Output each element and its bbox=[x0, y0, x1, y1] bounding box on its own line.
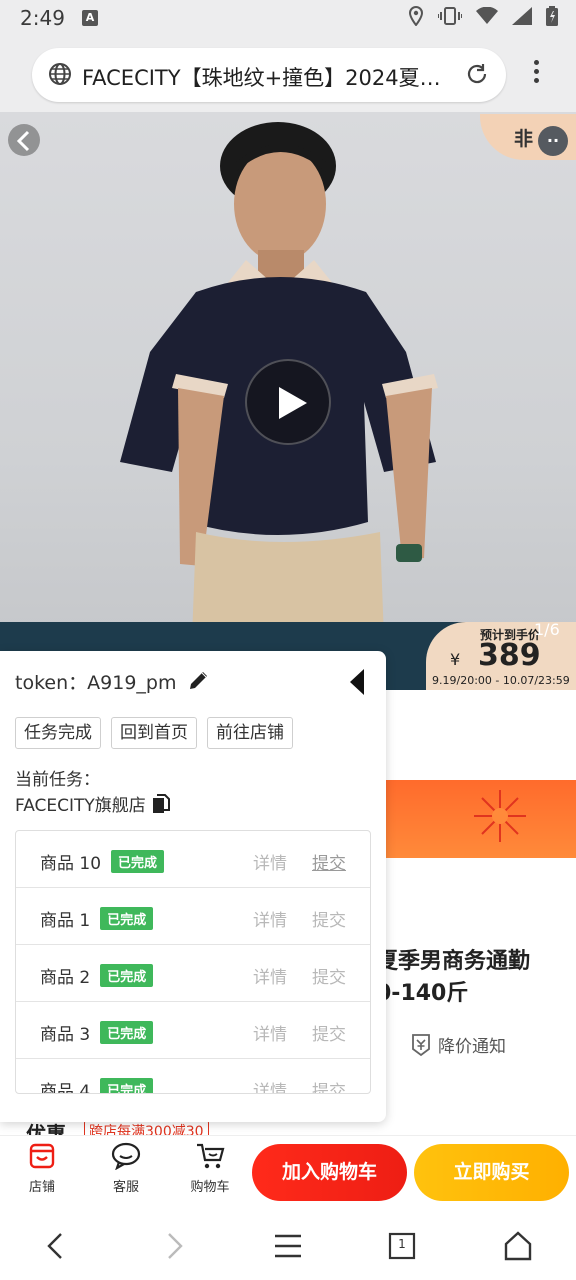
status-badge: 已完成 bbox=[100, 964, 154, 987]
browser-nav-bar: 1 bbox=[0, 1208, 576, 1280]
task-complete-button[interactable]: 任务完成 bbox=[15, 717, 101, 749]
cart-icon bbox=[197, 1143, 225, 1169]
buy-now-button[interactable]: 立即购买 bbox=[414, 1144, 569, 1201]
back-home-button[interactable]: 回到首页 bbox=[111, 717, 197, 749]
product-title-line1: 夏季男商务通勤 bbox=[376, 949, 531, 974]
add-to-cart-button[interactable]: 加入购物车 bbox=[252, 1144, 407, 1201]
task-item-row: 商品 1 已完成 详情 提交 bbox=[16, 888, 370, 945]
status-badge: 已完成 bbox=[100, 907, 154, 930]
browser-toolbar: FACECITY【珠地纹+撞色】2024夏季男商务通勤 bbox=[0, 38, 576, 112]
hero-badge-text: 非 bbox=[514, 128, 534, 150]
wifi-icon bbox=[476, 7, 498, 24]
more-icon[interactable]: .. bbox=[538, 126, 568, 156]
item-detail-link[interactable]: 详情 bbox=[253, 1077, 287, 1093]
item-name: 商品 3 bbox=[40, 1025, 91, 1045]
store-button[interactable]: 店铺 bbox=[12, 1142, 72, 1195]
cart-label: 购物车 bbox=[190, 1180, 230, 1195]
cart-button[interactable]: 购物车 bbox=[180, 1142, 240, 1195]
chat-icon bbox=[111, 1142, 141, 1171]
task-item-row: 商品 4 已完成 详情 提交 bbox=[16, 1059, 370, 1094]
browser-menu-icon[interactable] bbox=[524, 60, 548, 90]
collapse-panel-icon[interactable] bbox=[348, 668, 366, 696]
go-store-button[interactable]: 前往店铺 bbox=[207, 717, 293, 749]
edit-icon[interactable] bbox=[188, 669, 210, 691]
vibrate-icon bbox=[438, 7, 462, 25]
item-name: 商品 10 bbox=[40, 854, 102, 874]
address-bar[interactable]: FACECITY【珠地纹+撞色】2024夏季男商务通勤 bbox=[32, 48, 506, 102]
nav-home-icon[interactable] bbox=[500, 1228, 536, 1264]
nav-menu-icon[interactable] bbox=[270, 1228, 306, 1264]
item-submit-link[interactable]: 提交 bbox=[312, 906, 346, 931]
back-icon[interactable] bbox=[8, 124, 40, 156]
item-detail-link[interactable]: 详情 bbox=[253, 1020, 287, 1045]
item-detail-link[interactable]: 详情 bbox=[253, 906, 287, 931]
price-value: 389 bbox=[478, 638, 541, 673]
item-detail-link[interactable]: 详情 bbox=[253, 849, 287, 874]
panel-button-row: 任务完成 回到首页 前往店铺 bbox=[15, 717, 293, 749]
current-task-store: FACECITY旗舰店 bbox=[15, 791, 170, 816]
nav-back-icon[interactable] bbox=[38, 1228, 74, 1264]
url-text[interactable]: FACECITY【珠地纹+撞色】2024夏季男商务通勤 bbox=[82, 62, 456, 92]
play-video-button[interactable] bbox=[245, 359, 331, 445]
battery-icon bbox=[546, 6, 558, 26]
token-row: token：A919_pm bbox=[15, 668, 176, 695]
status-badge: 已完成 bbox=[100, 1078, 154, 1093]
firework-icon bbox=[474, 790, 526, 842]
image-page-indicator: 1/6 bbox=[534, 620, 560, 639]
signal-icon bbox=[512, 7, 532, 25]
status-bar: 2:49 A bbox=[0, 0, 576, 38]
task-item-row: 商品 10 已完成 详情 提交 bbox=[16, 831, 370, 888]
product-action-bar: 店铺 客服 购物车 加入购物车 立即购买 bbox=[0, 1135, 576, 1207]
price-notify-label: 降价通知 bbox=[438, 1037, 506, 1057]
token-value: A919_pm bbox=[87, 672, 177, 694]
status-badge: 已完成 bbox=[100, 1021, 154, 1044]
play-icon bbox=[279, 387, 307, 419]
task-item-list: 商品 10 已完成 详情 提交 商品 1 已完成 详情 提交 商品 2 已完成 详情 … bbox=[15, 830, 371, 1094]
token-label: token： bbox=[15, 672, 88, 694]
service-label: 客服 bbox=[112, 1180, 139, 1195]
product-hero-image[interactable]: 非 .. 预计到手价 ¥ 389 9.19/20:00 - 10.07/23:5… bbox=[0, 112, 576, 690]
task-item-row: 商品 2 已完成 详情 提交 bbox=[16, 945, 370, 1002]
nav-tabs-button[interactable]: 1 bbox=[384, 1228, 420, 1264]
item-submit-link[interactable]: 提交 bbox=[312, 1020, 346, 1045]
status-time: 2:49 bbox=[20, 6, 65, 30]
item-submit-link[interactable]: 提交 bbox=[312, 963, 346, 988]
item-name: 商品 4 bbox=[40, 1082, 91, 1094]
nav-forward-icon[interactable] bbox=[156, 1228, 192, 1264]
globe-icon bbox=[49, 63, 71, 85]
product-title: 夏季男商务通勤 0-140斤 bbox=[376, 946, 576, 1010]
item-submit-link[interactable]: 提交 bbox=[312, 1077, 346, 1093]
item-name: 商品 1 bbox=[40, 911, 91, 931]
location-icon bbox=[408, 6, 424, 26]
store-label: 店铺 bbox=[28, 1180, 55, 1195]
price-dates: 9.19/20:00 - 10.07/23:59 bbox=[432, 674, 570, 687]
customer-service-button[interactable]: 客服 bbox=[96, 1142, 156, 1195]
product-title-line2: 0-140斤 bbox=[376, 981, 469, 1006]
copy-icon[interactable] bbox=[152, 793, 170, 814]
status-badge: 已完成 bbox=[111, 850, 165, 873]
item-detail-link[interactable]: 详情 bbox=[253, 963, 287, 988]
notification-icon: A bbox=[82, 10, 98, 26]
reload-icon[interactable] bbox=[464, 61, 490, 87]
item-name: 商品 2 bbox=[40, 968, 91, 988]
store-icon bbox=[29, 1143, 55, 1169]
current-task-label: 当前任务： bbox=[15, 770, 100, 790]
status-icons bbox=[408, 6, 558, 26]
task-item-row: 商品 3 已完成 详情 提交 bbox=[16, 1002, 370, 1059]
item-submit-link[interactable]: 提交 bbox=[312, 849, 346, 874]
task-panel: token：A919_pm 任务完成 回到首页 前往店铺 当前任务： FACEC… bbox=[0, 651, 386, 1122]
price-drop-icon bbox=[412, 1033, 430, 1056]
price-notify-button[interactable]: 降价通知 bbox=[410, 1032, 506, 1057]
tabs-count: 1 bbox=[398, 1237, 406, 1251]
price-currency: ¥ bbox=[450, 650, 461, 669]
current-task-store-name: FACECITY旗舰店 bbox=[15, 796, 146, 816]
